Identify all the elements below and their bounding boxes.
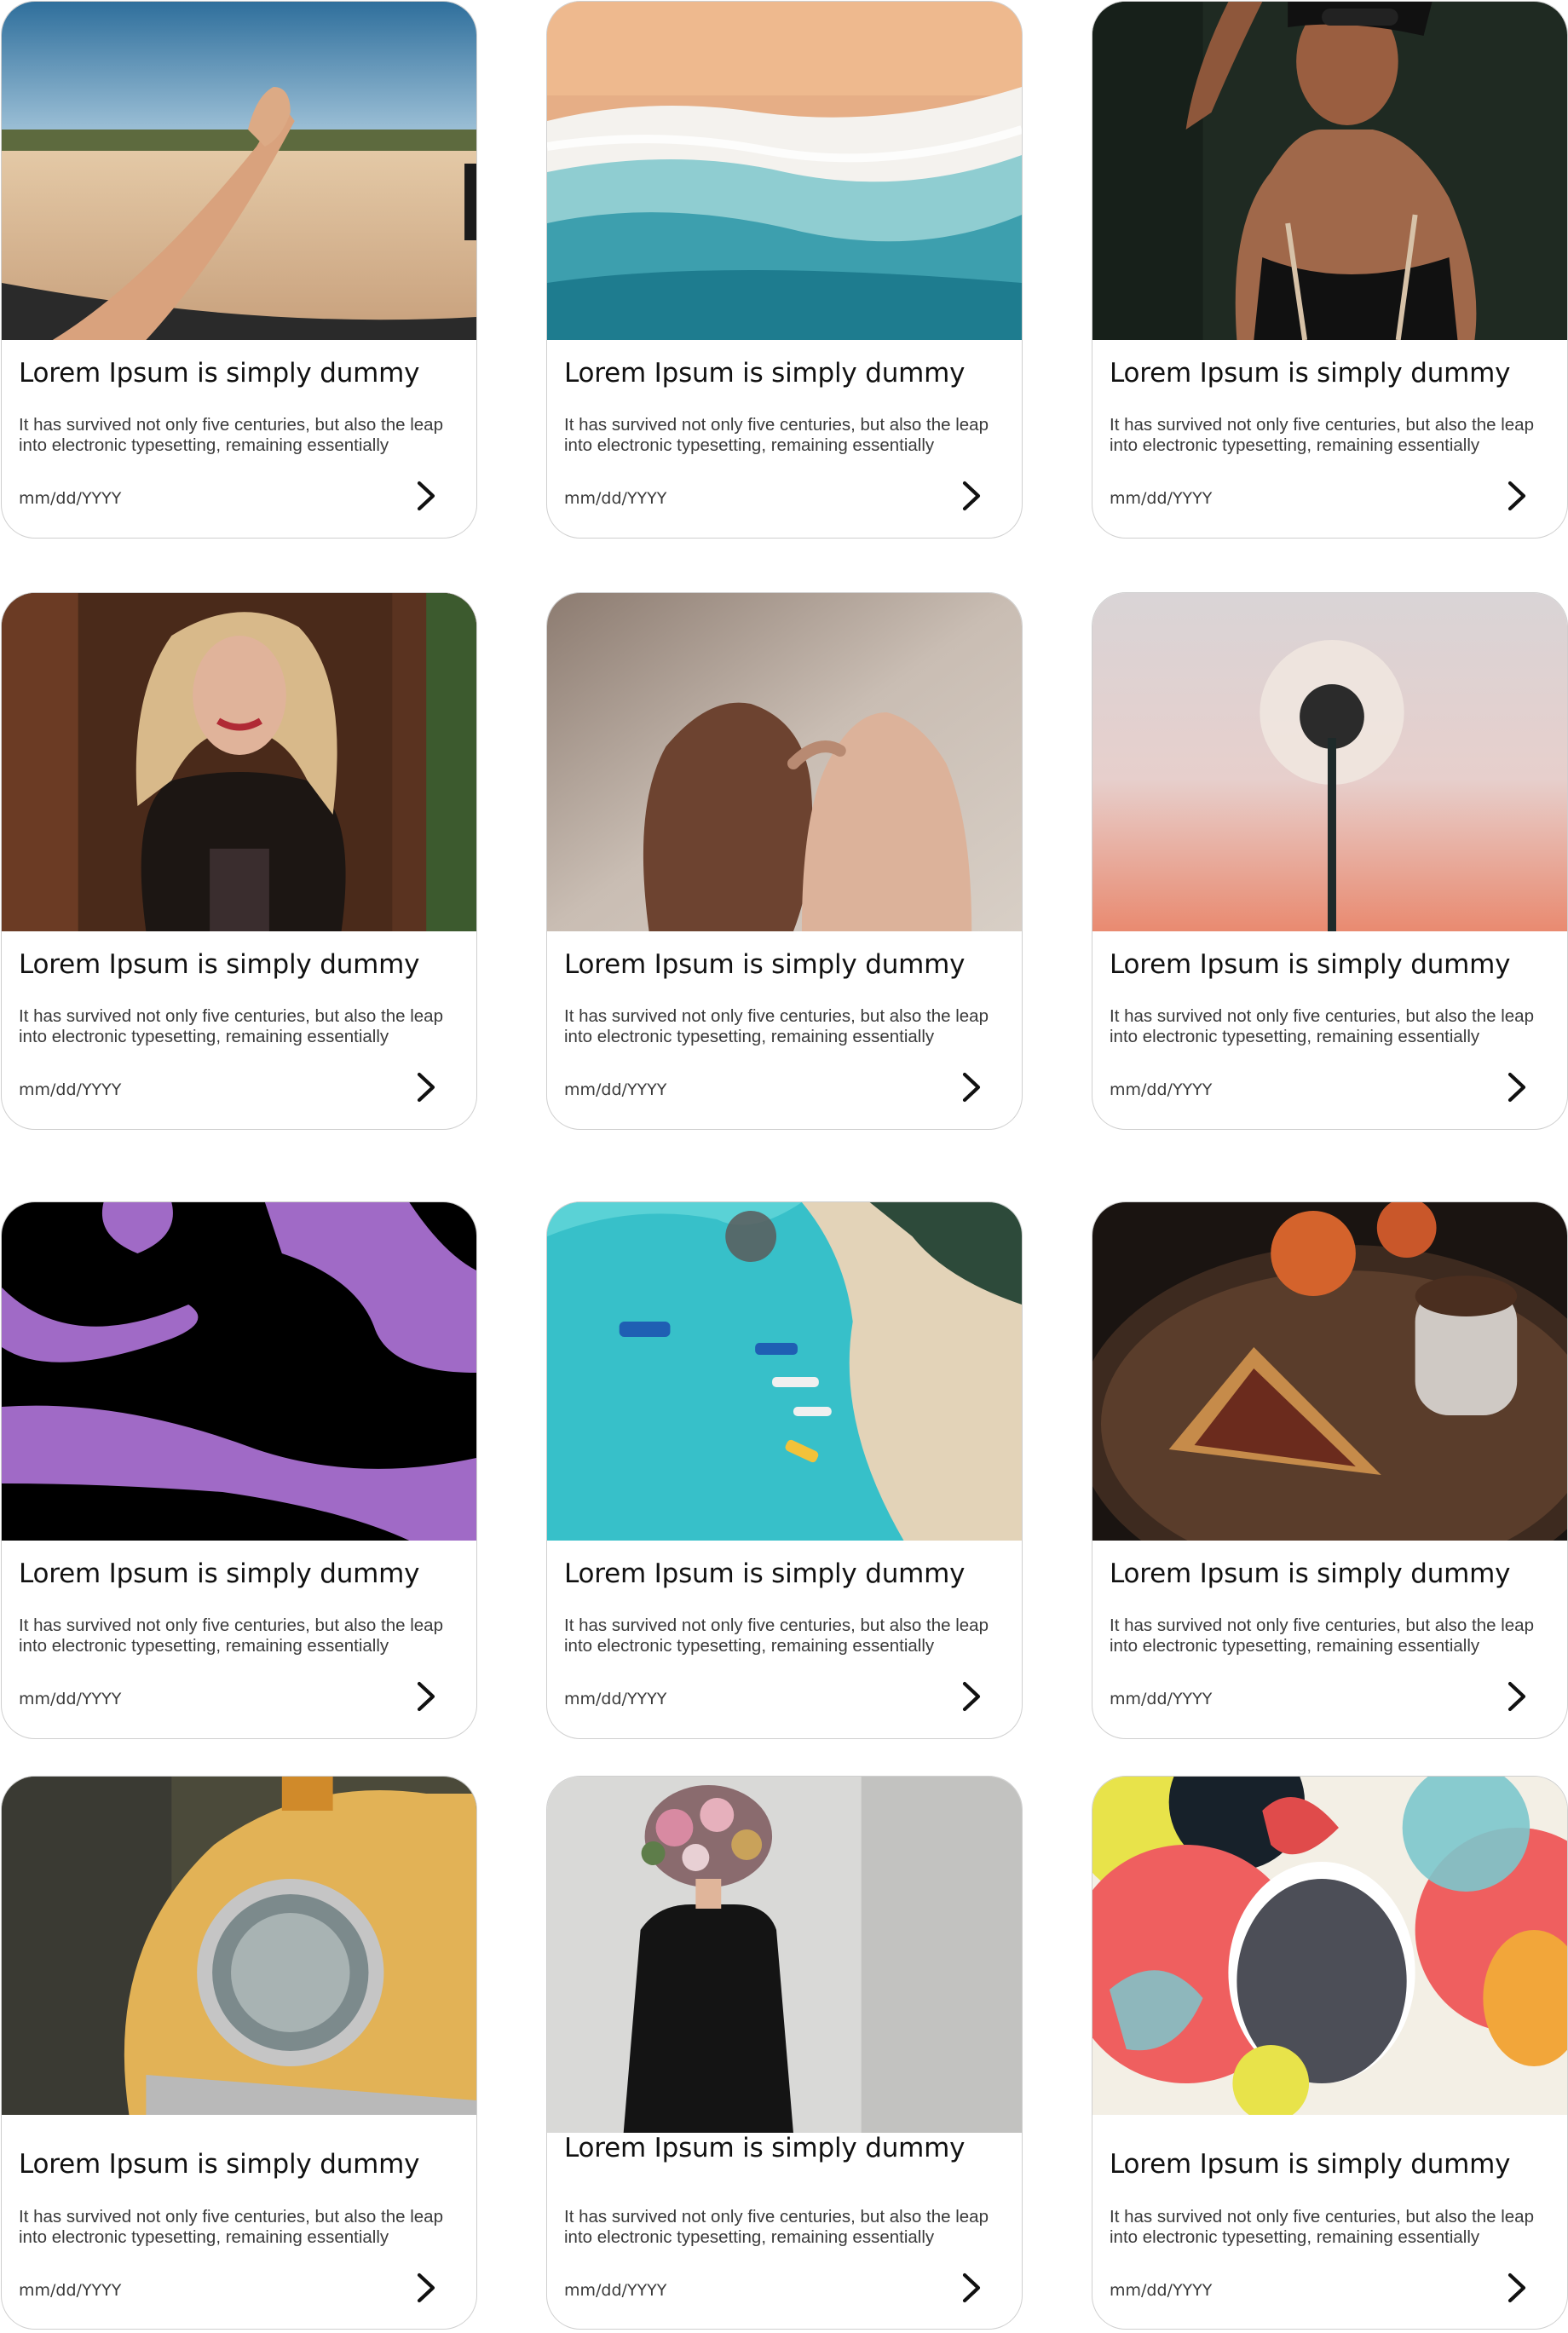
chevron-right-icon[interactable] (957, 479, 986, 513)
chevron-right-icon[interactable] (1502, 1679, 1531, 1714)
card-title: Lorem Ipsum is simply dummy (1110, 1558, 1511, 1589)
card-description: It has survived not only five centuries,… (19, 1006, 443, 1046)
chevron-right-icon[interactable] (1502, 479, 1531, 513)
card[interactable]: Lorem Ipsum is simply dummy It has survi… (1, 592, 477, 1130)
chevron-right-icon[interactable] (957, 2271, 986, 2305)
card-description: It has survived not only five centuries,… (19, 1616, 443, 1656)
card-description: It has survived not only five centuries,… (1110, 415, 1534, 455)
card-title: Lorem Ipsum is simply dummy (1110, 949, 1511, 980)
card-date: mm/dd/YYYY (19, 1690, 122, 1708)
card-description: It has survived not only five centuries,… (19, 2207, 443, 2247)
card-description: It has survived not only five centuries,… (564, 2207, 989, 2247)
card-description: It has survived not only five centuries,… (1110, 1616, 1534, 1656)
card-image (2, 1202, 476, 1541)
card-image (1092, 1777, 1567, 2115)
card-date: mm/dd/YYYY (564, 489, 667, 508)
card[interactable]: Lorem Ipsum is simply dummy It has survi… (1092, 1776, 1568, 2330)
card-description: It has survived not only five centuries,… (1110, 2207, 1534, 2247)
card-image (547, 1202, 1022, 1541)
card-title: Lorem Ipsum is simply dummy (564, 358, 966, 389)
card-date: mm/dd/YYYY (564, 1080, 667, 1099)
card-image (547, 2, 1022, 340)
card[interactable]: Lorem Ipsum is simply dummy It has survi… (1, 1201, 477, 1739)
card[interactable]: Lorem Ipsum is simply dummy It has survi… (546, 592, 1023, 1130)
card[interactable]: Lorem Ipsum is simply dummy It has survi… (1092, 592, 1568, 1130)
card-image (547, 1777, 1022, 2133)
card-date: mm/dd/YYYY (1110, 489, 1213, 508)
card-description: It has survived not only five centuries,… (1110, 1006, 1534, 1046)
card-image (1092, 593, 1567, 931)
card-description: It has survived not only five centuries,… (564, 1616, 989, 1656)
card-title: Lorem Ipsum is simply dummy (1110, 358, 1511, 389)
card-title: Lorem Ipsum is simply dummy (19, 1558, 420, 1589)
card-title: Lorem Ipsum is simply dummy (1110, 2149, 1511, 2180)
chevron-right-icon[interactable] (957, 1679, 986, 1714)
card[interactable]: Lorem Ipsum is simply dummy It has survi… (1092, 1201, 1568, 1739)
card-description: It has survived not only five centuries,… (564, 1006, 989, 1046)
card[interactable]: Lorem Ipsum is simply dummy It has survi… (1092, 1, 1568, 539)
chevron-right-icon[interactable] (957, 1070, 986, 1104)
card[interactable]: Lorem Ipsum is simply dummy It has survi… (546, 1, 1023, 539)
card-title: Lorem Ipsum is simply dummy (564, 949, 966, 980)
card-title: Lorem Ipsum is simply dummy (19, 949, 420, 980)
card-image (2, 2, 476, 340)
card-date: mm/dd/YYYY (1110, 1690, 1213, 1708)
card-description: It has survived not only five centuries,… (19, 415, 443, 455)
card-date: mm/dd/YYYY (1110, 1080, 1213, 1099)
chevron-right-icon[interactable] (412, 2271, 441, 2305)
chevron-right-icon[interactable] (412, 479, 441, 513)
card-date: mm/dd/YYYY (1110, 2281, 1213, 2300)
card-title: Lorem Ipsum is simply dummy (19, 2149, 420, 2180)
card[interactable]: Lorem Ipsum is simply dummy It has survi… (1, 1, 477, 539)
card-image (1092, 1202, 1567, 1541)
card-image (1092, 2, 1567, 340)
chevron-right-icon[interactable] (1502, 1070, 1531, 1104)
chevron-right-icon[interactable] (412, 1070, 441, 1104)
card[interactable]: Lorem Ipsum is simply dummy It has survi… (546, 1776, 1023, 2330)
card-image (2, 593, 476, 931)
card-image (2, 1777, 476, 2115)
card-date: mm/dd/YYYY (19, 1080, 122, 1099)
card-date: mm/dd/YYYY (19, 2281, 122, 2300)
card-date: mm/dd/YYYY (564, 1690, 667, 1708)
card[interactable]: Lorem Ipsum is simply dummy It has survi… (546, 1201, 1023, 1739)
card-date: mm/dd/YYYY (19, 489, 122, 508)
card-date: mm/dd/YYYY (564, 2281, 667, 2300)
card-description: It has survived not only five centuries,… (564, 415, 989, 455)
chevron-right-icon[interactable] (1502, 2271, 1531, 2305)
card-title: Lorem Ipsum is simply dummy (19, 358, 420, 389)
card[interactable]: Lorem Ipsum is simply dummy It has survi… (1, 1776, 477, 2330)
card-image (547, 593, 1022, 931)
card-title: Lorem Ipsum is simply dummy (564, 2133, 966, 2163)
chevron-right-icon[interactable] (412, 1679, 441, 1714)
card-title: Lorem Ipsum is simply dummy (564, 1558, 966, 1589)
